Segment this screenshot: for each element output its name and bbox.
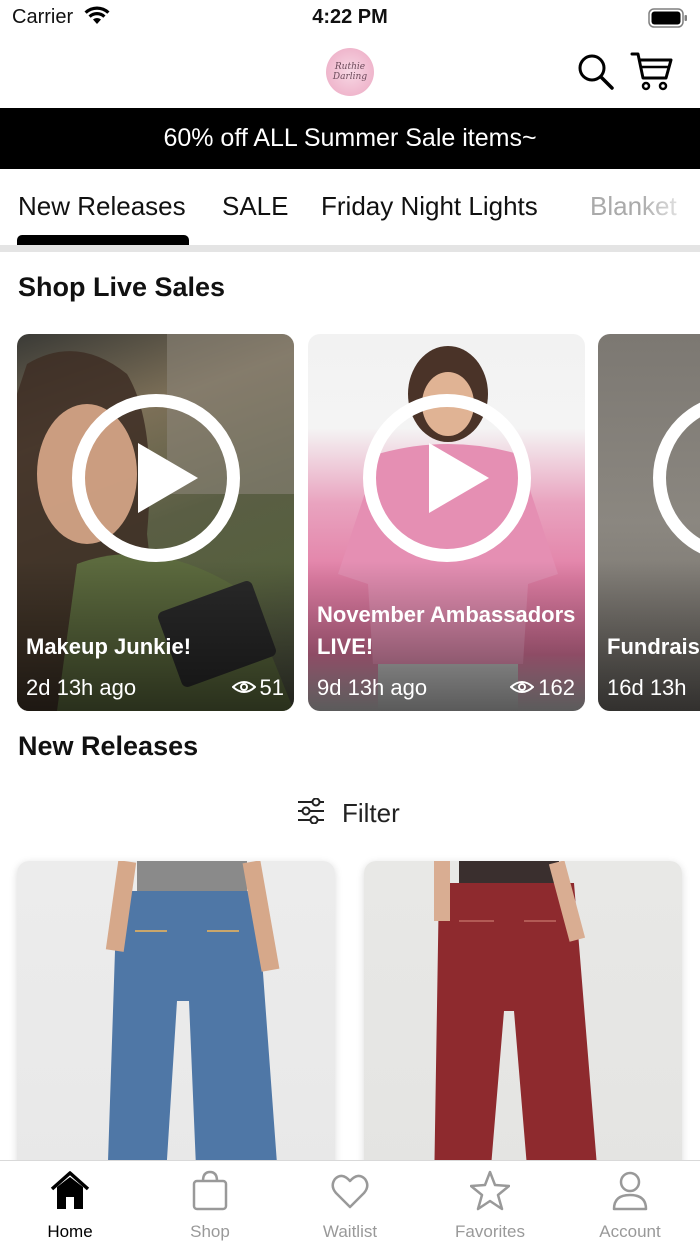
nav-shop[interactable]: Shop (140, 1161, 280, 1244)
live-card[interactable]: November Ambassadors LIVE! 9d 13h ago 16… (308, 334, 585, 711)
play-icon[interactable] (363, 394, 531, 562)
home-icon (50, 1171, 90, 1209)
search-button[interactable] (576, 52, 616, 92)
nav-waitlist[interactable]: Waitlist (280, 1161, 420, 1244)
tabs-fade (640, 169, 700, 245)
live-card-time: 16d 13h (607, 675, 687, 700)
view-count: 162 (538, 675, 575, 700)
live-card-title: Makeup Junkie! (26, 634, 192, 659)
new-releases-title: New Releases (18, 731, 199, 761)
live-card-views: 162 (509, 675, 575, 701)
product-image (434, 861, 599, 1191)
tab-friday-night-lights[interactable]: Friday Night Lights (321, 191, 538, 222)
live-card-views: 51 (231, 675, 284, 701)
live-card[interactable]: Makeup Junkie! 2d 13h ago 51 (17, 334, 294, 711)
tab-sale[interactable]: SALE (222, 191, 289, 222)
nav-favorites[interactable]: Favorites (420, 1161, 560, 1244)
cart-button[interactable] (630, 50, 674, 94)
nav-home[interactable]: Home (0, 1161, 140, 1244)
heart-icon (331, 1174, 369, 1209)
nav-account-label: Account (599, 1222, 661, 1241)
status-bar: Carrier 4:22 PM (0, 0, 700, 36)
tab-new-releases[interactable]: New Releases (18, 191, 186, 222)
eye-icon (231, 675, 257, 701)
promo-text: 60% off ALL Summer Sale items~ (163, 124, 537, 152)
nav-shop-label: Shop (190, 1222, 230, 1241)
eye-icon (509, 675, 535, 701)
live-sales-title: Shop Live Sales (18, 272, 226, 302)
sliders-icon (296, 797, 326, 829)
live-card-time: 9d 13h ago (317, 675, 428, 700)
nav-waitlist-label: Waitlist (322, 1222, 378, 1241)
play-icon[interactable] (653, 394, 700, 562)
bag-icon (192, 1170, 228, 1211)
live-card-time: 2d 13h ago (26, 675, 137, 700)
live-sales-carousel[interactable]: Makeup Junkie! 2d 13h ago 51 November Am… (0, 334, 700, 711)
brand-logo[interactable]: Ruthie Darling (326, 48, 374, 96)
filter-label: Filter (342, 797, 400, 828)
nav-home-label: Home (47, 1222, 93, 1241)
product-card[interactable] (364, 861, 682, 1191)
search-icon (576, 54, 616, 96)
product-image (105, 861, 280, 1191)
promo-banner[interactable]: 60% off ALL Summer Sale items~ (0, 108, 700, 169)
tabs-divider (0, 245, 700, 252)
live-card-title: November Ambassadors LIVE! (317, 602, 576, 659)
battery-icon (648, 8, 688, 33)
live-card-title: Fundrais (607, 634, 700, 659)
active-tab-indicator (17, 235, 189, 245)
clock: 4:22 PM (312, 6, 388, 28)
cart-icon (630, 52, 674, 98)
view-count: 51 (259, 675, 284, 700)
filter-button[interactable]: Filter (296, 794, 400, 832)
nav-account[interactable]: Account (560, 1161, 700, 1244)
star-icon (470, 1170, 510, 1211)
nav-favorites-label: Favorites (455, 1222, 525, 1241)
person-icon (612, 1171, 648, 1211)
product-card[interactable] (17, 861, 335, 1191)
live-card[interactable]: Fundrais 16d 13h (598, 334, 700, 711)
app-header: Ruthie Darling (0, 36, 700, 108)
play-icon[interactable] (72, 394, 240, 562)
bottom-nav: Home Shop Waitlist Favorites Account (0, 1160, 700, 1244)
logo-text: Ruthie Darling (332, 62, 368, 82)
category-tabs: New Releases SALE Friday Night Lights Bl… (0, 169, 700, 245)
